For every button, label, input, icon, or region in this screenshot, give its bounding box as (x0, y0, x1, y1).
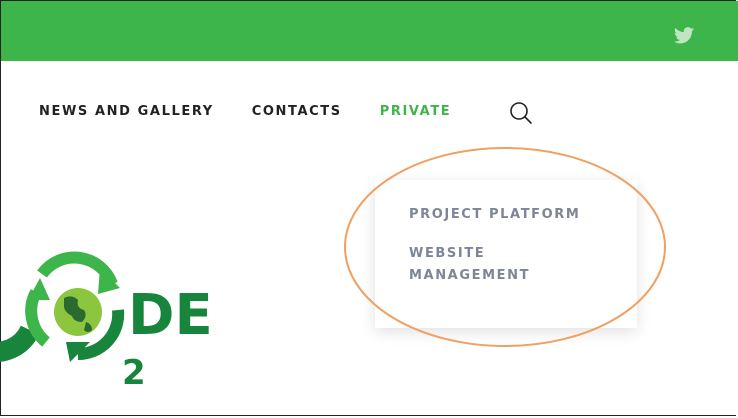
globe-icon (54, 288, 102, 336)
highlight-ellipse (344, 147, 666, 347)
search-icon[interactable] (508, 101, 534, 125)
logo-subscript: 2 (122, 353, 146, 393)
nav-private[interactable]: PRIVATE (380, 104, 452, 119)
nav-news-and-gallery[interactable]: NEWS AND GALLERY (39, 104, 214, 119)
main-nav: NEWS AND GALLERY CONTACTS PRIVATE (39, 104, 489, 119)
logo-text: DE (128, 283, 213, 348)
nav-contacts[interactable]: CONTACTS (252, 104, 342, 119)
top-bar (1, 1, 738, 61)
twitter-icon[interactable] (674, 27, 694, 44)
code2-logo: DE 2 (0, 251, 213, 393)
